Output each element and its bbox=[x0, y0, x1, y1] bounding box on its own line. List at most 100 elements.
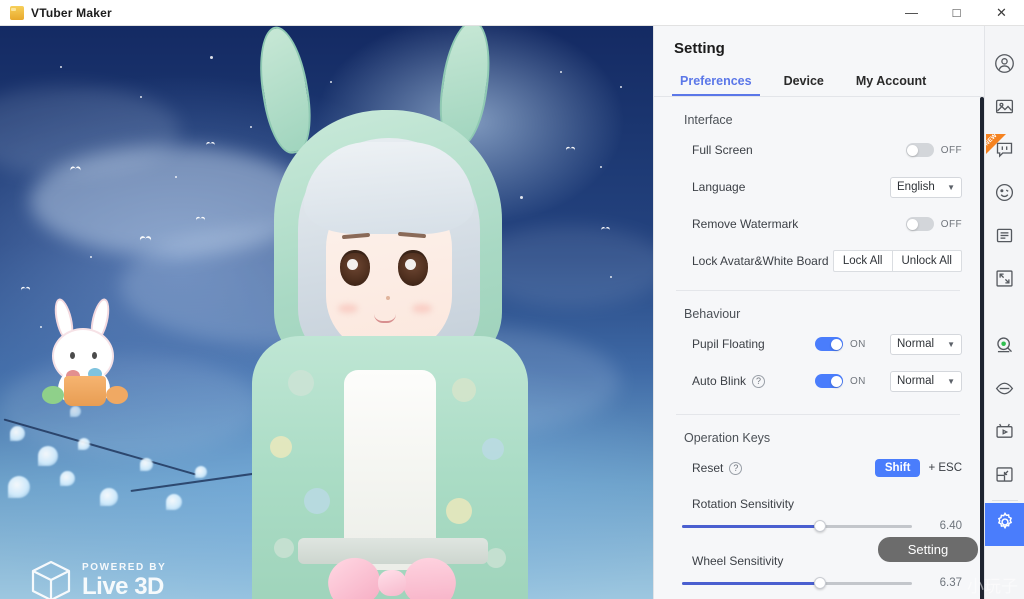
remove-watermark-state: OFF bbox=[941, 219, 962, 230]
title-bar: VTuber Maker — □ ✕ bbox=[0, 0, 1024, 26]
rail-item-lipsync[interactable] bbox=[985, 369, 1024, 412]
tab-preferences[interactable]: Preferences bbox=[670, 69, 762, 96]
row-reset: Reset ? Shift + ESC bbox=[654, 453, 984, 483]
chevron-down-icon: ▼ bbox=[947, 340, 955, 349]
auto-blink-state: ON bbox=[850, 376, 876, 387]
avatar-eye-right bbox=[398, 250, 428, 286]
right-icon-rail: NEW bbox=[984, 26, 1024, 599]
wheel-sensitivity-slider[interactable] bbox=[682, 582, 912, 585]
rail-item-settings[interactable] bbox=[985, 503, 1024, 546]
rail-item-fullscreen[interactable] bbox=[985, 259, 1024, 302]
auto-blink-label: Auto Blink bbox=[692, 374, 746, 388]
webcam-icon bbox=[994, 335, 1015, 361]
language-label: Language bbox=[692, 180, 745, 194]
watermark-main-text: Live 3D bbox=[82, 575, 166, 599]
pupil-floating-mode-select[interactable]: Normal ▼ bbox=[890, 334, 962, 355]
wheel-sensitivity-thumb[interactable] bbox=[814, 577, 826, 589]
wheel-sensitivity-value: 6.37 bbox=[924, 577, 962, 589]
chevron-down-icon: ▼ bbox=[947, 377, 955, 386]
reset-key-badge[interactable]: Shift bbox=[875, 459, 921, 477]
window-controls: — □ ✕ bbox=[889, 0, 1024, 26]
pupil-floating-mode-value: Normal bbox=[897, 338, 934, 350]
avatar-nose bbox=[386, 296, 390, 300]
tab-my-account[interactable]: My Account bbox=[846, 69, 936, 96]
section-behaviour-title: Behaviour bbox=[654, 291, 984, 329]
rail-item-pip[interactable] bbox=[985, 455, 1024, 498]
wheel-sensitivity-row: 6.37 bbox=[654, 577, 984, 589]
watermark-top-text: POWERED BY bbox=[82, 563, 166, 573]
auto-blink-help-icon[interactable]: ? bbox=[752, 375, 765, 388]
settings-panel: Setting Preferences Device My Account In… bbox=[653, 26, 984, 599]
rotation-sensitivity-thumb[interactable] bbox=[814, 520, 826, 532]
image-picture-icon bbox=[994, 96, 1015, 122]
rail-item-background[interactable] bbox=[985, 87, 1024, 130]
chevron-down-icon: ▼ bbox=[947, 183, 955, 192]
gear-settings-icon bbox=[994, 511, 1016, 538]
rail-item-text[interactable] bbox=[985, 216, 1024, 259]
rail-item-avatar[interactable] bbox=[985, 44, 1024, 87]
language-select[interactable]: English ▼ bbox=[890, 177, 962, 198]
row-full-screen: Full Screen OFF bbox=[654, 135, 984, 165]
auto-blink-mode-select[interactable]: Normal ▼ bbox=[890, 371, 962, 392]
close-button[interactable]: ✕ bbox=[979, 0, 1024, 26]
auto-blink-toggle[interactable] bbox=[815, 374, 843, 388]
avatar-bow bbox=[340, 558, 444, 599]
row-language: Language English ▼ bbox=[654, 172, 984, 202]
avatar-bangs bbox=[304, 142, 474, 234]
smiley-face-icon bbox=[994, 182, 1015, 208]
panel-body: Interface Full Screen OFF Language Engli… bbox=[654, 97, 984, 599]
vtuber-avatar[interactable] bbox=[246, 26, 536, 599]
full-screen-label: Full Screen bbox=[692, 143, 753, 157]
lip-sync-icon bbox=[994, 378, 1015, 404]
lock-avatar-label: Lock Avatar&White Board bbox=[692, 254, 829, 268]
window-title: VTuber Maker bbox=[31, 6, 112, 20]
app-window: VTuber Maker — □ ✕ bbox=[0, 0, 1024, 599]
bunny-mascot bbox=[30, 298, 140, 410]
fullscreen-expand-icon bbox=[994, 268, 1015, 294]
remove-watermark-label: Remove Watermark bbox=[692, 217, 798, 231]
panel-title: Setting bbox=[654, 26, 984, 69]
lock-all-button[interactable]: Lock All bbox=[833, 250, 893, 272]
live3d-watermark: POWERED BY Live 3D bbox=[28, 558, 166, 599]
avatar-eye-left bbox=[340, 250, 370, 286]
pupil-floating-label: Pupil Floating bbox=[692, 337, 765, 351]
reset-key-combo: + ESC bbox=[928, 462, 962, 474]
avatar-stage[interactable]: POWERED BY Live 3D bbox=[0, 26, 653, 599]
remove-watermark-toggle[interactable] bbox=[906, 217, 934, 231]
avatar-cheek-right bbox=[412, 304, 432, 313]
reset-help-icon[interactable]: ? bbox=[729, 462, 742, 475]
row-lock-avatar: Lock Avatar&White Board Lock All Unlock … bbox=[654, 246, 984, 276]
corner-watermark: 小玩子 bbox=[967, 572, 1018, 597]
new-badge-label: NEW bbox=[986, 134, 999, 147]
pupil-floating-toggle[interactable] bbox=[815, 337, 843, 351]
rail-divider bbox=[992, 500, 1018, 501]
folder-icon bbox=[10, 6, 24, 20]
maximize-button[interactable]: □ bbox=[934, 0, 979, 26]
section-operation-keys-title: Operation Keys bbox=[654, 415, 984, 453]
minimize-button[interactable]: — bbox=[889, 0, 934, 26]
auto-blink-mode-value: Normal bbox=[897, 375, 934, 387]
full-screen-state: OFF bbox=[941, 145, 962, 156]
rail-item-video[interactable] bbox=[985, 412, 1024, 455]
panel-tabs: Preferences Device My Account bbox=[654, 69, 984, 97]
unlock-all-button[interactable]: Unlock All bbox=[893, 250, 963, 272]
video-player-icon bbox=[994, 421, 1015, 447]
language-value: English bbox=[897, 181, 935, 193]
tab-device[interactable]: Device bbox=[774, 69, 834, 96]
cube-icon bbox=[28, 558, 74, 599]
rail-item-expression[interactable] bbox=[985, 173, 1024, 216]
rail-item-chat[interactable]: NEW bbox=[985, 130, 1024, 173]
avatar-ear-left bbox=[252, 26, 317, 157]
reset-label: Reset bbox=[692, 461, 723, 475]
avatar-cheek-left bbox=[338, 304, 358, 313]
text-list-icon bbox=[994, 225, 1015, 251]
lock-button-group: Lock All Unlock All bbox=[833, 250, 962, 272]
row-auto-blink: Auto Blink ? ON Normal ▼ bbox=[654, 366, 984, 396]
rail-item-webcam[interactable] bbox=[985, 326, 1024, 369]
rotation-sensitivity-label: Rotation Sensitivity bbox=[654, 497, 984, 511]
pupil-floating-state: ON bbox=[850, 339, 876, 350]
setting-tooltip: Setting bbox=[878, 537, 978, 562]
full-screen-toggle[interactable] bbox=[906, 143, 934, 157]
rotation-sensitivity-slider[interactable] bbox=[682, 525, 912, 528]
row-remove-watermark: Remove Watermark OFF bbox=[654, 209, 984, 239]
